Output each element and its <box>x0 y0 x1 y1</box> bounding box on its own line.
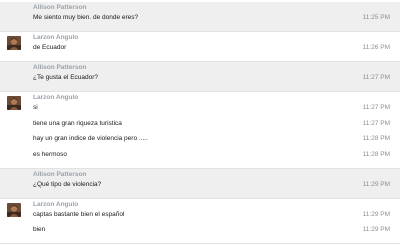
sender-name: Allison Patterson <box>33 170 87 178</box>
message-text: ¿Qué tipo de violencia? <box>33 180 102 188</box>
message-timestamp: 11:25 PM <box>362 14 390 21</box>
message-text: Me siento muy bien. de donde eres? <box>33 14 139 21</box>
message-timestamp: 11:29 PM <box>362 210 390 218</box>
avatar <box>7 36 21 50</box>
message-group: Larzon Angulo de Ecuador 11:26 PM <box>0 32 400 61</box>
sender-name: Larzon Angulo <box>33 200 79 208</box>
message-text: captas bastante bien el español <box>33 210 125 218</box>
avatar <box>7 96 21 110</box>
message-text: ¿Te gusta el Ecuador? <box>33 74 99 81</box>
message-timestamp: 11:27 PM <box>362 74 390 81</box>
message-text: hay un gran indice de violencia pero ...… <box>33 135 148 142</box>
sender-name: Larzon Angulo <box>33 94 79 101</box>
message-text: de Ecuador <box>33 44 67 51</box>
message-timestamp: 11:29 PM <box>362 226 390 233</box>
message-group: Allison Patterson ¿Qué tipo de violencia?… <box>0 168 400 198</box>
message-group: Allison Patterson ¿Te gusta el Ecuador? 11… <box>0 62 400 91</box>
sender-name: Allison Patterson <box>33 4 87 11</box>
avatar <box>7 202 21 217</box>
message-timestamp: 11:26 PM <box>362 44 390 51</box>
sender-name: Allison Patterson <box>33 64 87 71</box>
message-timestamp: 11:27 PM <box>362 119 390 127</box>
message-group: Allison Patterson Me siento muy bien. de … <box>0 2 400 31</box>
message-divider <box>0 243 400 244</box>
message-text: bien <box>33 226 46 233</box>
sender-name: Larzon Angulo <box>33 34 79 41</box>
message-group: Larzon Angulo si 11:27 PM tiene una gran ri… <box>0 92 400 168</box>
message-timestamp: 11:27 PM <box>362 104 390 111</box>
message-text: es hermoso <box>33 150 67 158</box>
message-text: tiene una gran riqueza turistica <box>33 119 122 127</box>
message-group: Larzon Angulo captas bastante bien el esp… <box>0 199 400 244</box>
message-timestamp: 11:28 PM <box>362 135 390 142</box>
message-timestamp: 11:28 PM <box>362 150 390 158</box>
message-text: si <box>33 104 38 111</box>
message-timestamp: 11:29 PM <box>362 180 390 188</box>
